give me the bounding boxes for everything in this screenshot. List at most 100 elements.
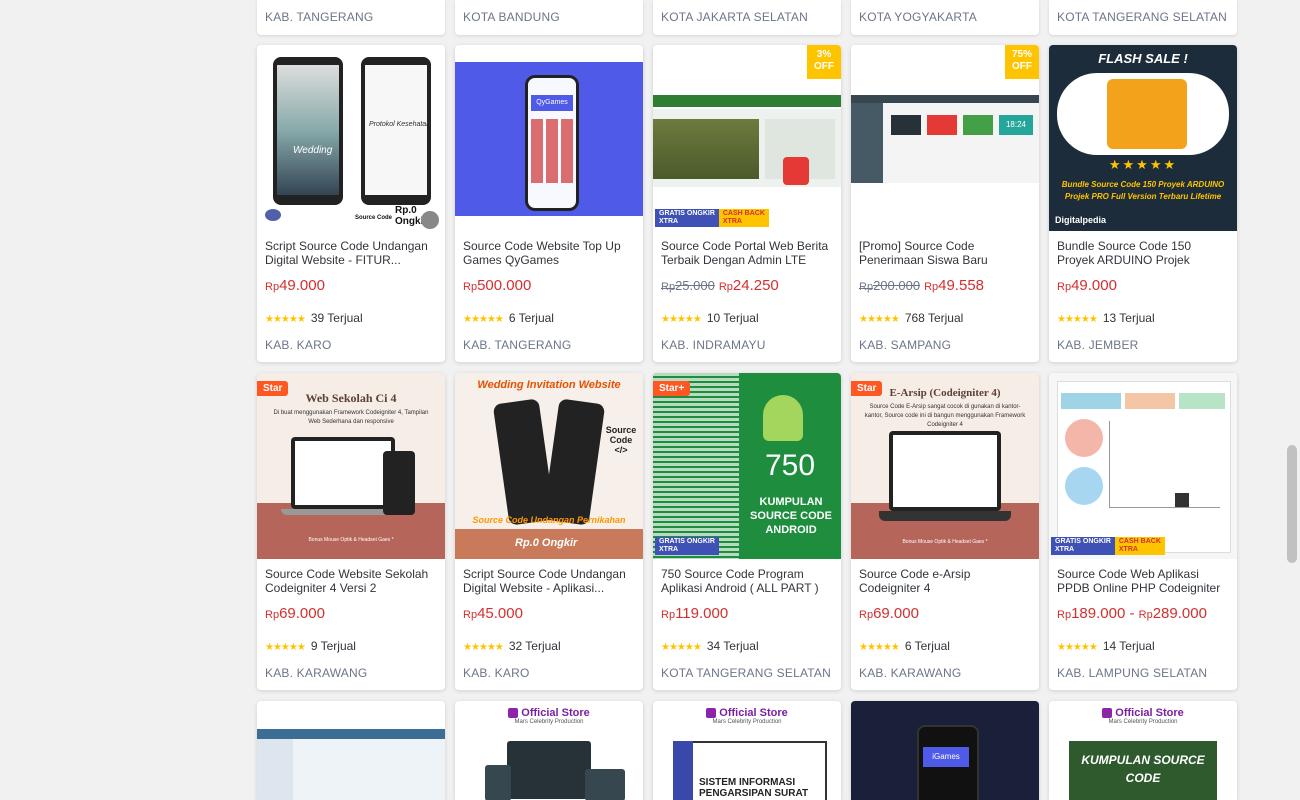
product-location: KAB. JEMBER [1057,338,1139,352]
product-location: KAB. TANGERANG [463,338,572,352]
official-store-icon [508,708,519,719]
product-location: KOTA YOGYAKARTA [859,10,977,24]
product-rating: ★★★★★ 34 Terjual [661,639,759,653]
product-card[interactable]: GRATIS ONGKIR XTRA CASH BACK XTRA Source C… [1049,373,1237,690]
product-title[interactable]: Script Source Code Undangan Digital Webs… [463,567,635,595]
product-location: KAB. LAMPUNG SELATAN [1057,666,1208,680]
discount-badge: 75% OFF [1005,45,1039,79]
product-price: Rp49.000 [265,277,325,294]
image-caption: Digitalpedia [1055,215,1107,225]
rating-stars: ★★★★★ [463,314,504,325]
product-price: Rp45.000 [463,605,523,622]
product-title[interactable]: Script Source Code Undangan Digital Webs… [265,239,437,267]
star-seller-badge: Star+ [653,381,691,396]
scrollbar-thumb[interactable] [1287,445,1297,563]
page-scrollbar[interactable] [1283,0,1300,800]
image-headline: 750 [764,449,816,482]
image-text: Source Code </> [605,425,637,455]
image-stars: ★★★★★ [1108,157,1178,172]
product-card[interactable]: QyGames Source Code Website Top Up Games… [455,45,643,362]
product-location: KAB. TANGERANG [265,10,374,24]
product-price: Rp189.000 - Rp289.000 [1057,605,1207,622]
original-price: Rp25.000 [661,278,715,293]
android-icon [763,395,803,441]
image-caption: Bonus Mouse Optik & Headset Gaes * [308,537,394,543]
product-location: KAB. KARAWANG [859,666,962,680]
product-image: Wedding Protokol Kesehatan Source Code R… [257,45,445,231]
product-image: Wedding Invitation Website Source Code <… [455,373,643,559]
product-location: KOTA TANGERANG SELATAN [661,666,831,680]
image-headline: Protokol Kesehatan [369,121,431,128]
product-title[interactable]: Source Code Website Sekolah Codeigniter … [265,567,437,595]
product-card[interactable]: Wedding Protokol Kesehatan Source Code R… [257,45,445,362]
product-card-top-3[interactable]: KOTA JAKARTA SELATAN [653,0,841,35]
product-location: KOTA JAKARTA SELATAN [661,10,808,24]
image-text: Source Code [355,215,393,221]
product-card-bottom-5[interactable]: Official Store Mars Celebrity Production … [1049,701,1237,800]
product-title[interactable]: [Promo] Source Code Penerimaan Siswa Bar… [859,239,1031,267]
product-title[interactable]: Source Code Portal Web Berita Terbaik De… [661,239,833,267]
product-card[interactable]: 18:24 75% OFF [Promo] Source Code Penerim… [851,45,1039,362]
product-price: Rp200.000 Rp49.558 [859,277,985,294]
product-title[interactable]: 750 Source Code Program Aplikasi Android… [661,567,833,595]
product-price: Rp69.000 [265,605,325,622]
product-rating: ★★★★★ 9 Terjual [265,639,356,653]
image-caption: Bonus Mouse Optik & Headset Gaes * [902,539,988,545]
product-location: KAB. INDRAMAYU [661,338,766,352]
official-store-badge: Official Store Mars Celebrity Production [653,707,841,725]
image-caption: Source Code Undangan Pernikahan [472,515,626,525]
product-card-bottom-1[interactable] [257,701,445,800]
product-image: E-Arsip (Codeigniter 4) Source Code E-Ar… [851,373,1039,559]
product-price: Rp49.000 [1057,277,1117,294]
product-card-top-4[interactable]: KOTA YOGYAKARTA [851,0,1039,35]
rating-stars: ★★★★★ [1057,314,1098,325]
rating-stars: ★★★★★ [1057,642,1098,653]
product-title[interactable]: Source Code Website Top Up Games QyGames [463,239,635,267]
product-location: KAB. KARO [265,338,332,352]
product-card[interactable]: 3% OFF GRATIS ONGKIR XTRA CASH BACK XTRA So… [653,45,841,362]
next-image-icon[interactable] [421,211,439,229]
original-price: Rp200.000 [859,278,921,293]
product-card-bottom-4[interactable]: iGames [851,701,1039,800]
rating-stars: ★★★★★ [661,314,702,325]
product-price: Rp119.000 [661,605,729,622]
product-rating: ★★★★★ 13 Terjual [1057,311,1155,325]
product-image [1049,373,1237,559]
rating-stars: ★★★★★ [265,314,306,325]
product-card[interactable]: Web Sekolah Ci 4 Di buat menggunakan Fra… [257,373,445,690]
product-card-top-1[interactable]: KAB. TANGERANG [257,0,445,35]
image-headline: FLASH SALE ! [1098,51,1188,66]
official-store-icon [706,708,717,719]
official-store-icon [1102,708,1113,719]
image-text: SISTEM INFORMASI PENGARSIPAN SURAT [699,777,809,799]
product-price: Rp500.000 [463,277,532,294]
image-text: iGames [923,747,969,767]
product-title[interactable]: Source Code Web Aplikasi PPDB Online PHP… [1057,567,1229,595]
official-store-badge: Official Store Mars Celebrity Production [1049,707,1237,725]
image-text: KUMPULAN SOURCE CODE ANDROID [750,496,832,536]
official-store-badge: Official Store Mars Celebrity Production [455,707,643,725]
product-location: KOTA BANDUNG [463,10,560,24]
rating-stars: ★★★★★ [463,642,504,653]
product-card[interactable]: FLASH SALE ! ★★★★★ Bundle Source Code 15… [1049,45,1237,362]
product-image: Web Sekolah Ci 4 Di buat menggunakan Fra… [257,373,445,559]
product-card[interactable]: E-Arsip (Codeigniter 4) Source Code E-Ar… [851,373,1039,690]
product-title[interactable]: Bundle Source Code 150 Proyek ARDUINO Pr… [1057,239,1229,267]
image-text: 18:24 [999,115,1033,135]
rating-stars: ★★★★★ [859,642,900,653]
product-card-bottom-3[interactable]: Official Store Mars Celebrity Production … [653,701,841,800]
image-headline: Wedding Invitation Website [477,379,621,391]
product-rating: ★★★★★ 32 Terjual [463,639,561,653]
product-card[interactable]: Wedding Invitation Website Source Code <… [455,373,643,690]
free-shipping-badge: GRATIS ONGKIR XTRA [655,537,719,555]
product-location: KOTA TANGERANG SELATAN [1057,10,1227,24]
product-location: KAB. KARO [463,666,530,680]
free-shipping-badge: GRATIS ONGKIR XTRA CASH BACK XTRA [1051,537,1165,555]
product-price: Rp69.000 [859,605,919,622]
rating-stars: ★★★★★ [661,642,702,653]
product-card-top-5[interactable]: KOTA TANGERANG SELATAN [1049,0,1237,35]
product-card-top-2[interactable]: KOTA BANDUNG [455,0,643,35]
product-title[interactable]: Source Code e-Arsip Codeigniter 4 [859,567,1031,595]
product-card[interactable]: 750 KUMPULAN SOURCE CODE ANDROID Star+ G… [653,373,841,690]
product-card-bottom-2[interactable]: Official Store Mars Celebrity Production [455,701,643,800]
